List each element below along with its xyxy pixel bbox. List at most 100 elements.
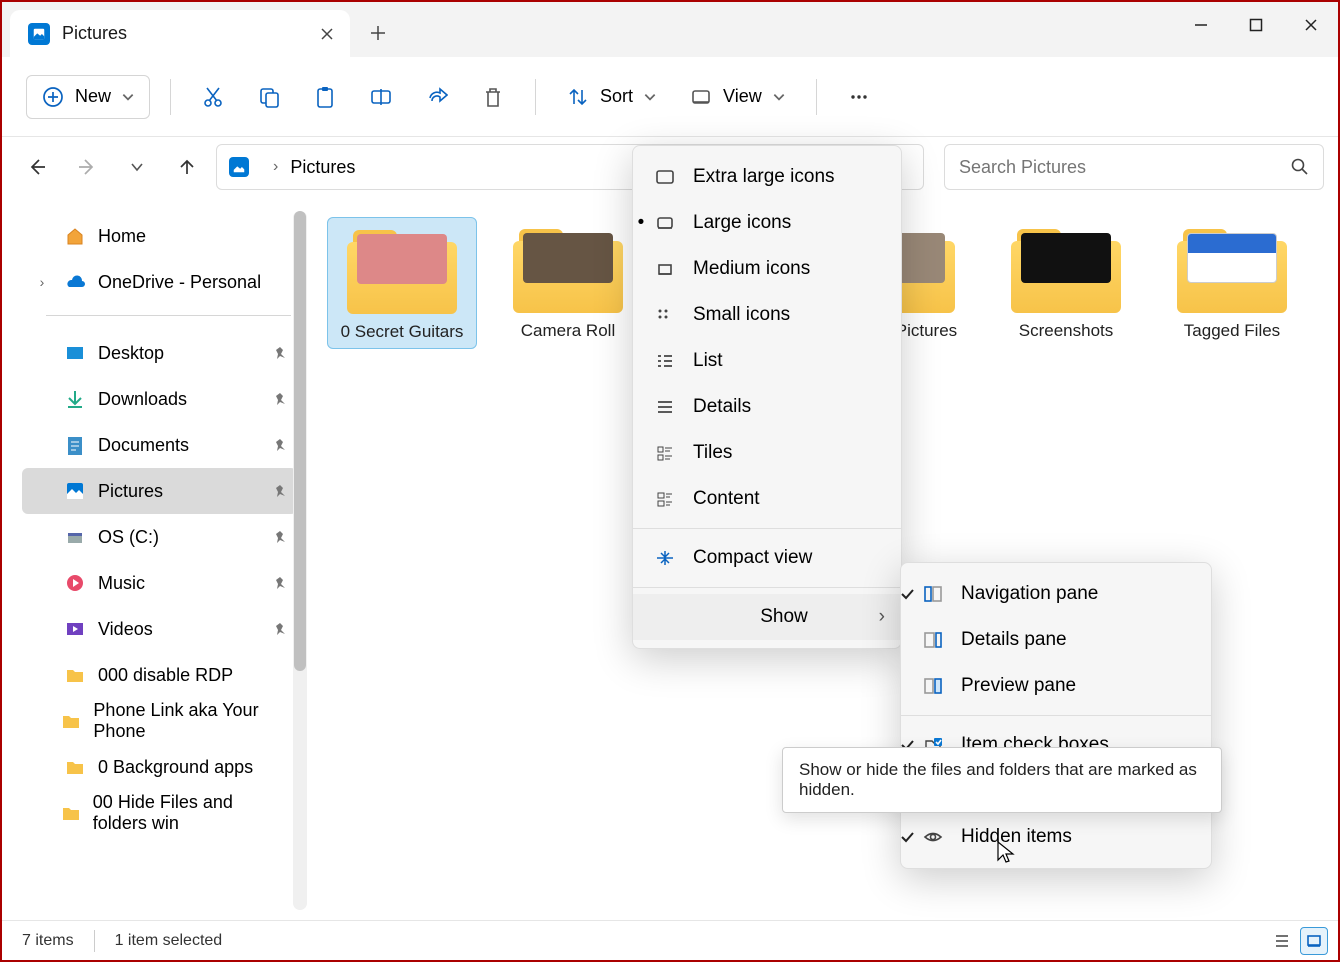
chevron-right-icon[interactable]: › — [32, 274, 52, 290]
sidebar-item[interactable]: Pictures — [22, 468, 297, 514]
sidebar-item[interactable]: Phone Link aka Your Phone — [22, 698, 297, 744]
sidebar-item[interactable]: 0 Background apps — [22, 744, 297, 790]
close-tab-icon[interactable] — [318, 25, 336, 43]
trash-icon — [481, 85, 505, 109]
folder-icon — [64, 756, 86, 778]
item-label: Camera Roll — [521, 321, 615, 341]
menu-item[interactable]: Details — [633, 384, 901, 430]
sidebar-item[interactable]: Music — [22, 560, 297, 606]
folder-icon — [61, 802, 81, 824]
menu-item[interactable]: Tiles — [633, 430, 901, 476]
view-menu: Extra large icons•Large iconsMedium icon… — [632, 145, 902, 649]
status-bar: 7 items 1 item selected — [2, 920, 1338, 960]
copy-button[interactable] — [247, 75, 291, 119]
new-button[interactable]: New — [26, 75, 150, 119]
pin-icon[interactable] — [273, 438, 287, 452]
close-window-button[interactable] — [1283, 2, 1338, 47]
sidebar-item[interactable]: OS (C:) — [22, 514, 297, 560]
folder-icon — [64, 342, 86, 364]
chevron-right-icon[interactable]: › — [273, 158, 278, 176]
submenu-item[interactable]: Preview pane — [901, 663, 1211, 709]
cut-button[interactable] — [191, 75, 235, 119]
menu-item[interactable]: •Large icons — [633, 200, 901, 246]
sidebar-item-label: Videos — [98, 619, 153, 640]
submenu-item[interactable]: Navigation pane — [901, 571, 1211, 617]
forward-button[interactable] — [66, 146, 108, 188]
submenu-item[interactable]: Hidden items — [901, 814, 1211, 860]
folder-icon — [64, 388, 86, 410]
pin-icon[interactable] — [273, 484, 287, 498]
folder-item[interactable]: 0 Secret Guitars — [327, 217, 477, 349]
menu-item[interactable]: Extra large icons — [633, 154, 901, 200]
scrollbar-thumb[interactable] — [294, 211, 306, 671]
sidebar-item[interactable]: 00 Hide Files and folders win — [22, 790, 297, 836]
delete-button[interactable] — [471, 75, 515, 119]
paste-button[interactable] — [303, 75, 347, 119]
sidebar-item[interactable]: Downloads — [22, 376, 297, 422]
sidebar-item[interactable]: Desktop — [22, 330, 297, 376]
sidebar-item-label: Music — [98, 573, 145, 594]
minimize-button[interactable] — [1173, 2, 1228, 47]
recent-button[interactable] — [116, 146, 158, 188]
item-label: Screenshots — [1019, 321, 1114, 341]
sidebar-onedrive[interactable]: › OneDrive - Personal — [22, 259, 297, 305]
share-icon — [425, 85, 449, 109]
search-box[interactable] — [944, 144, 1324, 190]
folder-item[interactable]: Screenshots — [991, 217, 1141, 349]
pictures-icon — [28, 23, 50, 45]
view-option-icon — [653, 398, 677, 416]
menu-label: Content — [693, 488, 760, 510]
menu-item[interactable]: List — [633, 338, 901, 384]
pin-icon[interactable] — [273, 622, 287, 636]
view-button[interactable]: View — [679, 75, 796, 119]
divider — [170, 79, 171, 115]
maximize-button[interactable] — [1228, 2, 1283, 47]
tab-pictures[interactable]: Pictures — [10, 10, 350, 57]
tooltip: Show or hide the files and folders that … — [782, 747, 1222, 813]
menu-item-show[interactable]: Show› — [633, 594, 901, 640]
rename-icon — [369, 85, 393, 109]
pin-icon[interactable] — [273, 530, 287, 544]
show-submenu: Navigation paneDetails panePreview paneI… — [900, 562, 1212, 869]
sidebar-item[interactable]: Videos — [22, 606, 297, 652]
chevron-down-icon — [772, 90, 786, 104]
folder-item[interactable]: Tagged Files — [1157, 217, 1307, 349]
icons-view-toggle[interactable] — [1300, 927, 1328, 955]
pin-icon[interactable] — [273, 346, 287, 360]
sidebar-home[interactable]: Home — [22, 213, 297, 259]
up-button[interactable] — [166, 146, 208, 188]
rename-button[interactable] — [359, 75, 403, 119]
sidebar-item-label: 000 disable RDP — [98, 665, 233, 686]
new-tab-button[interactable] — [358, 13, 398, 53]
view-option-icon — [653, 306, 677, 324]
menu-item[interactable]: Medium icons — [633, 246, 901, 292]
menu-label: Tiles — [693, 442, 732, 464]
menu-label: Navigation pane — [961, 583, 1098, 605]
sidebar-item-label: OS (C:) — [98, 527, 159, 548]
sort-button[interactable]: Sort — [556, 75, 667, 119]
more-button[interactable] — [837, 75, 881, 119]
view-icon — [689, 85, 713, 109]
back-button[interactable] — [16, 146, 58, 188]
sidebar-item[interactable]: 000 disable RDP — [22, 652, 297, 698]
search-icon[interactable] — [1291, 158, 1309, 176]
menu-item-compact[interactable]: Compact view — [633, 535, 901, 581]
breadcrumb-current[interactable]: Pictures — [290, 157, 355, 178]
menu-item[interactable]: Content — [633, 476, 901, 522]
pin-icon[interactable] — [273, 576, 287, 590]
search-input[interactable] — [959, 157, 1279, 178]
cursor-icon — [996, 840, 1016, 866]
divider — [901, 715, 1211, 716]
submenu-option-icon — [921, 630, 945, 650]
submenu-item[interactable]: Details pane — [901, 617, 1211, 663]
sidebar-item[interactable]: Documents — [22, 422, 297, 468]
titlebar: Pictures — [2, 2, 1338, 57]
pin-icon[interactable] — [273, 392, 287, 406]
folder-item[interactable]: Camera Roll — [493, 217, 643, 349]
share-button[interactable] — [415, 75, 459, 119]
details-view-toggle[interactable] — [1268, 927, 1296, 955]
folder-icon — [64, 572, 86, 594]
submenu-option-icon — [921, 584, 945, 604]
menu-item[interactable]: Small icons — [633, 292, 901, 338]
submenu-option-icon — [921, 676, 945, 696]
